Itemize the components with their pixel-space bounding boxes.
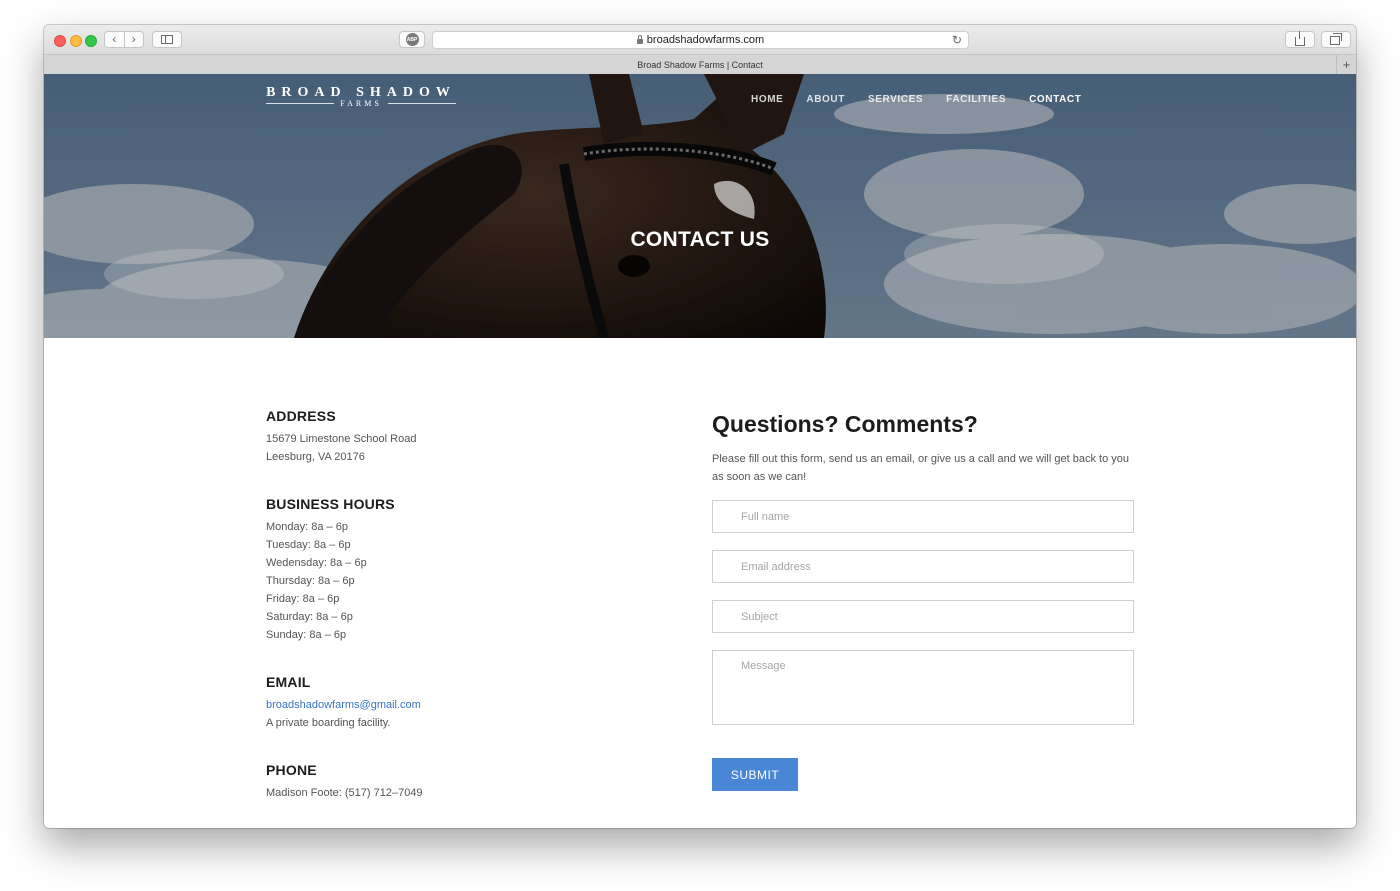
main-content: ADDRESS 15679 Limestone School Road Lees… — [44, 338, 1356, 828]
logo-sub-text: FARMS — [340, 99, 382, 108]
hours-friday: Friday: 8a – 6p — [266, 593, 340, 605]
address-line-2: Leesburg, VA 20176 — [266, 451, 365, 463]
email-note: A private boarding facility. — [266, 717, 391, 729]
contact-form: Questions? Comments? Please fill out thi… — [712, 408, 1134, 791]
subject-input[interactable] — [712, 600, 1134, 633]
email-heading: EMAIL — [266, 674, 311, 690]
address-bar[interactable]: broadshadowfarms.com ↻ — [432, 31, 969, 49]
hours-monday: Monday: 8a – 6p — [266, 521, 348, 533]
phone-number: Madison Foote: (517) 712–7049 — [266, 787, 423, 799]
email-link[interactable]: broadshadowfarms@gmail.com — [266, 699, 421, 711]
forward-button[interactable]: › — [125, 32, 144, 47]
hours-sunday: Sunday: 8a – 6p — [266, 629, 347, 641]
logo-divider-left — [266, 103, 335, 104]
history-nav: ‹ › — [104, 31, 144, 48]
adblock-icon: ABP — [405, 33, 419, 46]
new-tab-button[interactable]: + — [1336, 55, 1356, 74]
logo-divider-right — [387, 103, 456, 104]
tab-title[interactable]: Broad Shadow Farms | Contact — [637, 60, 762, 70]
hours-wednesday: Wedensday: 8a – 6p — [266, 557, 367, 569]
hero-horse-image — [44, 74, 1356, 338]
nav-services[interactable]: SERVICES — [868, 94, 923, 105]
address-heading: ADDRESS — [266, 408, 336, 424]
nav-home[interactable]: HOME — [751, 94, 783, 105]
close-window-button[interactable] — [54, 35, 66, 47]
address-line-1: 15679 Limestone School Road — [266, 433, 417, 445]
email-input[interactable] — [712, 550, 1134, 583]
adblock-button[interactable]: ABP — [399, 31, 425, 48]
zoom-window-button[interactable] — [85, 35, 97, 47]
lock-icon — [636, 34, 643, 44]
sidebar-toggle-button[interactable] — [152, 31, 182, 48]
tabs-icon — [1330, 33, 1342, 45]
hours-heading: BUSINESS HOURS — [266, 496, 395, 512]
back-button[interactable]: ‹ — [105, 32, 125, 47]
phone-heading: PHONE — [266, 762, 317, 778]
minimize-window-button[interactable] — [70, 35, 82, 47]
reload-icon[interactable]: ↻ — [952, 33, 962, 47]
message-textarea[interactable] — [712, 650, 1134, 725]
main-nav: HOME ABOUT SERVICES FACILITIES CONTACT — [751, 94, 1081, 105]
page-title: CONTACT US — [630, 228, 770, 251]
hero-banner: BROAD SHADOW FARMS HOME ABOUT SERVICES F… — [44, 74, 1356, 338]
contact-info: ADDRESS 15679 Limestone School Road Lees… — [266, 408, 596, 802]
hours-thursday: Thursday: 8a – 6p — [266, 575, 355, 587]
hours-tuesday: Tuesday: 8a – 6p — [266, 539, 351, 551]
share-icon — [1295, 31, 1305, 46]
share-button[interactable] — [1285, 31, 1315, 48]
nav-contact[interactable]: CONTACT — [1029, 94, 1081, 105]
browser-toolbar: ‹ › ABP broadshadowfarms.com ↻ — [44, 25, 1356, 55]
nav-about[interactable]: ABOUT — [806, 94, 845, 105]
tab-bar: Broad Shadow Farms | Contact + — [44, 55, 1356, 75]
sidebar-icon — [161, 35, 173, 44]
email-line: broadshadowfarms@gmail.com — [266, 696, 596, 714]
browser-window: ‹ › ABP broadshadowfarms.com ↻ Broad Sha… — [44, 25, 1356, 828]
form-heading: Questions? Comments? — [712, 411, 978, 437]
hours-saturday: Saturday: 8a – 6p — [266, 611, 353, 623]
full-name-input[interactable] — [712, 500, 1134, 533]
nav-facilities[interactable]: FACILITIES — [946, 94, 1006, 105]
submit-button[interactable]: SUBMIT — [712, 758, 798, 791]
show-tabs-button[interactable] — [1321, 31, 1351, 48]
form-intro: Please fill out this form, send us an em… — [712, 453, 1129, 483]
site-logo[interactable]: BROAD SHADOW FARMS — [266, 85, 456, 108]
address-bar-url: broadshadowfarms.com — [646, 34, 765, 46]
